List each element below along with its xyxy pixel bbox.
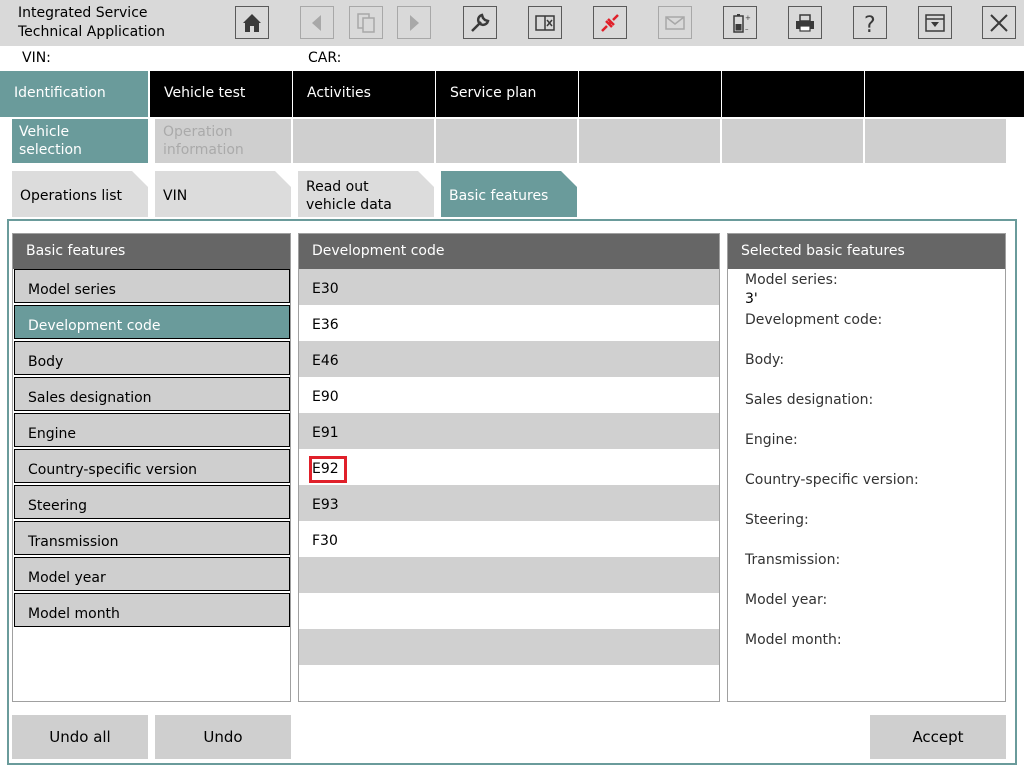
nav-vehicle-test[interactable]: Vehicle test: [150, 71, 292, 117]
app-title: Integrated Service Technical Application: [18, 5, 165, 40]
window-minimize-icon: [925, 13, 945, 32]
nav-empty-7: [865, 71, 1024, 117]
nav-empty-5: [579, 71, 721, 117]
selected-sales-designation-label: Sales designation:: [745, 392, 874, 408]
code-row-empty-1: [299, 557, 719, 593]
help-button[interactable]: ?: [853, 6, 887, 39]
plug-disconnected-icon: [601, 13, 619, 32]
documents-icon: [357, 12, 375, 33]
nav-activities[interactable]: Activities: [293, 71, 435, 117]
question-icon: ?: [864, 13, 876, 35]
code-row-e36[interactable]: E36: [299, 305, 719, 341]
subnav-empty-7: [865, 119, 1006, 163]
close-icon: [990, 13, 1008, 32]
selected-country-label: Country-specific version:: [745, 472, 919, 488]
svg-text:?: ?: [864, 13, 876, 35]
home-icon: [243, 13, 261, 32]
home-button[interactable]: [235, 6, 269, 39]
tab-operations-list[interactable]: Operations list: [12, 171, 148, 217]
subnav-empty-3: [293, 119, 434, 163]
basic-features-header: Basic features: [13, 234, 290, 269]
selected-features-panel: Selected basic features Model series: 3'…: [727, 233, 1006, 702]
selected-steering-label: Steering:: [745, 512, 809, 528]
code-row-e91[interactable]: E91: [299, 413, 719, 449]
feature-sales-designation[interactable]: Sales designation: [14, 377, 290, 411]
development-code-header: Development code: [299, 234, 719, 269]
selected-transmission-label: Transmission:: [745, 552, 841, 568]
print-button[interactable]: [788, 6, 822, 39]
code-row-e30[interactable]: E30: [299, 269, 719, 305]
nav-identification[interactable]: Identification: [0, 71, 148, 117]
printer-icon: [796, 13, 814, 32]
envelope-icon: [665, 15, 685, 30]
feature-country-specific-version[interactable]: Country-specific version: [14, 449, 290, 483]
basic-features-panel: Basic features Model series Development …: [12, 233, 291, 702]
copy-button[interactable]: [349, 6, 383, 39]
connection-button[interactable]: [593, 6, 627, 39]
undo-all-button[interactable]: Undo all: [12, 715, 148, 759]
selected-model-month-label: Model month:: [745, 632, 842, 648]
feature-transmission[interactable]: Transmission: [14, 521, 290, 555]
tab-read-out-vehicle-data[interactable]: Read out vehicle data: [298, 171, 434, 217]
selected-model-series-label: Model series:: [745, 272, 838, 288]
code-row-e93[interactable]: E93: [299, 485, 719, 521]
feature-steering[interactable]: Steering: [14, 485, 290, 519]
split-window-icon: [535, 14, 555, 31]
subnav-empty-6: [722, 119, 863, 163]
tab-vin[interactable]: VIN: [155, 171, 291, 217]
selected-model-year-label: Model year:: [745, 592, 828, 608]
selected-model-series-value: 3': [745, 291, 758, 307]
tab-basic-features[interactable]: Basic features: [441, 171, 577, 217]
feature-model-year[interactable]: Model year: [14, 557, 290, 591]
svg-text:+: +: [745, 14, 751, 22]
feature-development-code[interactable]: Development code: [14, 305, 290, 339]
undo-button[interactable]: Undo: [155, 715, 291, 759]
subnav-empty-4: [436, 119, 577, 163]
selected-development-code-label: Development code:: [745, 312, 883, 328]
back-button[interactable]: [300, 6, 334, 39]
feature-model-month[interactable]: Model month: [14, 593, 290, 627]
vin-label: VIN:: [22, 50, 51, 66]
accept-button[interactable]: Accept: [870, 715, 1006, 759]
selected-engine-label: Engine:: [745, 432, 798, 448]
forward-button[interactable]: [397, 6, 431, 39]
subnav-empty-5: [579, 119, 720, 163]
wrench-button[interactable]: [463, 6, 497, 39]
subnav-operation-information[interactable]: Operation information: [155, 119, 291, 163]
arrow-left-icon: [312, 14, 321, 31]
feature-engine[interactable]: Engine: [14, 413, 290, 447]
feature-body[interactable]: Body: [14, 341, 290, 375]
code-row-e46[interactable]: E46: [299, 341, 719, 377]
car-label: CAR:: [308, 50, 342, 66]
selected-body-label: Body:: [745, 352, 785, 368]
minimize-button[interactable]: [918, 6, 952, 39]
subnav-vehicle-selection[interactable]: Vehicle selection: [12, 119, 148, 163]
code-label-e92: E92: [312, 461, 339, 477]
code-row-f30[interactable]: F30: [299, 521, 719, 557]
wrench-icon: [471, 13, 490, 32]
battery-icon: +–: [733, 13, 751, 33]
code-row-e90[interactable]: E90: [299, 377, 719, 413]
development-code-panel: Development code E30 E36 E46 E90 E91 E92…: [298, 233, 720, 702]
code-row-empty-3: [299, 629, 719, 665]
nav-empty-6: [722, 71, 864, 117]
vehicle-info-bar: VIN: CAR:: [0, 46, 1024, 70]
arrow-right-icon: [410, 14, 419, 31]
feature-model-series[interactable]: Model series: [14, 269, 290, 303]
svg-text:–: –: [745, 25, 749, 33]
display-button[interactable]: [528, 6, 562, 39]
close-button[interactable]: [982, 6, 1016, 39]
battery-button[interactable]: + –: [723, 6, 757, 39]
selected-features-header: Selected basic features: [728, 234, 1005, 269]
nav-service-plan[interactable]: Service plan: [436, 71, 578, 117]
code-row-empty-2: [299, 593, 719, 629]
title-bar: Integrated Service Technical Application…: [0, 0, 1024, 46]
mail-button[interactable]: [658, 6, 692, 39]
